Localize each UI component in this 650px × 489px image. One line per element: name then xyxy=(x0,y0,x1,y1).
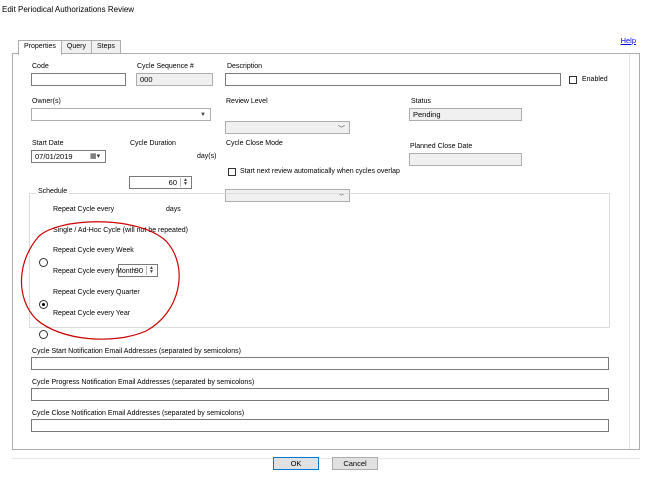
description-input[interactable] xyxy=(225,73,561,86)
repeat-days-unit: days xyxy=(166,206,181,213)
review-level-dropdown[interactable]: ﹀ xyxy=(225,121,350,134)
cycle-duration-label: Cycle Duration xyxy=(130,140,176,147)
tab-bar: Properties Query Steps xyxy=(18,40,121,55)
progress-notify-label: Cycle Progress Notification Email Addres… xyxy=(32,379,255,386)
cycle-close-mode-label: Cycle Close Mode xyxy=(226,140,283,147)
start-notify-input[interactable] xyxy=(31,357,609,370)
radio-repeat-days-label: Repeat Cycle every xyxy=(53,206,115,213)
cycle-duration-value: 60 xyxy=(168,178,177,187)
cycle-duration-unit: day(s) xyxy=(197,153,217,160)
cycle-seq-label: Cycle Sequence # xyxy=(137,63,194,70)
tab-steps[interactable]: Steps xyxy=(90,40,121,54)
help-link[interactable]: Help xyxy=(621,36,636,45)
spin-arrows-icon[interactable]: ▲ ▼ xyxy=(180,178,190,187)
tab-properties[interactable]: Properties xyxy=(18,40,62,55)
start-date-value: 07/01/2019 xyxy=(35,152,73,161)
start-date-label: Start Date xyxy=(32,140,64,147)
owners-label: Owner(s) xyxy=(32,98,61,105)
auto-next-label: Start next review automatically when cyc… xyxy=(240,168,400,175)
status-label: Status xyxy=(411,98,431,105)
chevron-down-icon: ﹀ xyxy=(338,126,345,133)
enabled-checkbox[interactable] xyxy=(569,76,577,84)
auto-next-checkbox[interactable] xyxy=(228,168,236,176)
description-label: Description xyxy=(227,63,263,70)
code-label: Code xyxy=(32,63,49,70)
annotation-ellipse xyxy=(20,221,180,340)
status-field: Pending xyxy=(409,108,522,121)
review-level-label: Review Level xyxy=(226,98,268,105)
panel-scrollbar[interactable] xyxy=(629,54,630,449)
owners-dropdown[interactable]: ▼ xyxy=(31,108,211,121)
dropdown-arrow-icon: ▼ xyxy=(200,112,206,118)
planned-close-date-label: Planned Close Date xyxy=(410,143,473,150)
calendar-icon[interactable]: ▦▾ xyxy=(90,152,100,160)
window-title: Edit Periodical Authorizations Review xyxy=(2,5,135,14)
tab-query[interactable]: Query xyxy=(60,40,92,54)
close-notify-label: Cycle Close Notification Email Addresses… xyxy=(32,410,245,417)
schedule-title: Schedule xyxy=(36,188,70,195)
code-input[interactable] xyxy=(31,73,126,86)
planned-close-date-field xyxy=(409,153,522,166)
close-notify-input[interactable] xyxy=(31,419,609,432)
footer-divider xyxy=(12,458,640,459)
start-notify-label: Cycle Start Notification Email Addresses… xyxy=(32,348,241,355)
progress-notify-input[interactable] xyxy=(31,388,609,401)
cycle-duration-stepper[interactable]: 60 ▲ ▼ xyxy=(129,176,192,189)
cancel-button[interactable]: Cancel xyxy=(332,457,378,470)
ok-button[interactable]: OK xyxy=(273,457,319,470)
enabled-label: Enabled xyxy=(582,76,608,83)
cycle-seq-field: 000 xyxy=(136,73,213,86)
